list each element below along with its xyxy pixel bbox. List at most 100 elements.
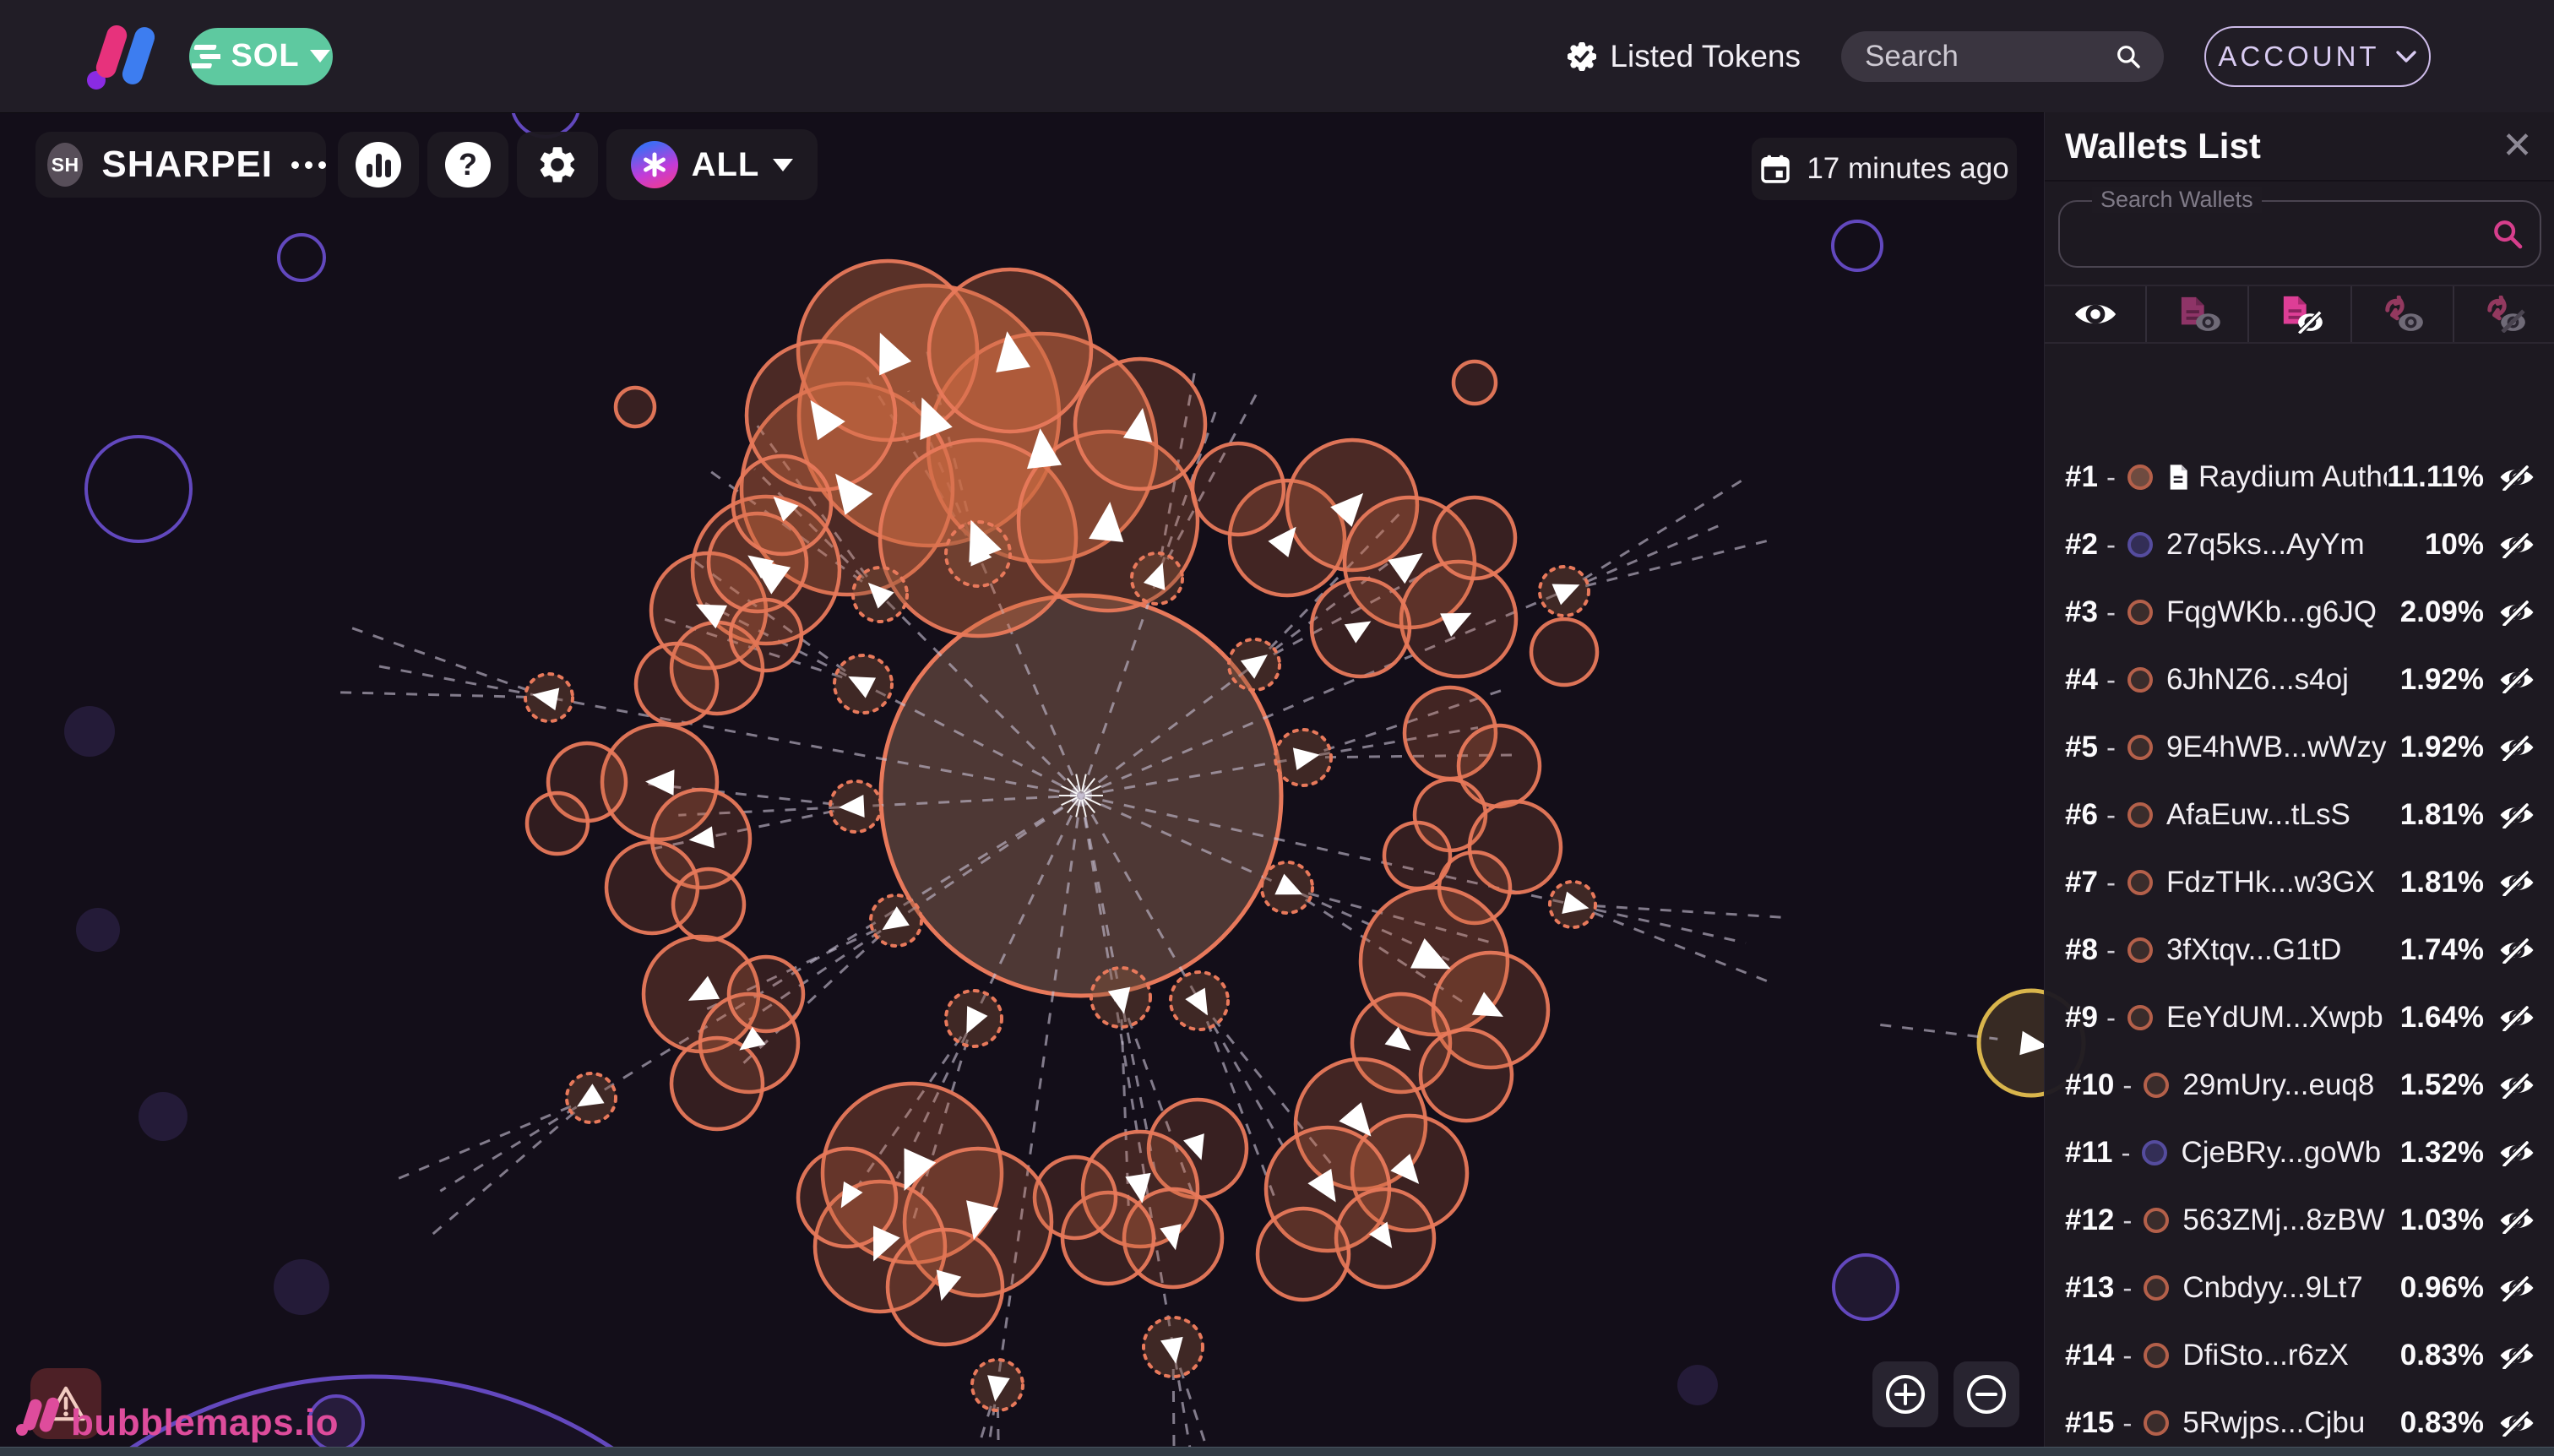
eye-off-icon[interactable] xyxy=(2499,1207,2535,1234)
wallet-percent: 0.83% xyxy=(2399,1339,2484,1372)
close-icon[interactable]: ✕ xyxy=(2502,128,2533,165)
network-select-button[interactable]: SOL xyxy=(189,27,333,85)
wallet-bubble xyxy=(1432,495,1518,581)
account-button[interactable]: ACCOUNT xyxy=(2204,25,2431,87)
listed-tokens-toggle[interactable]: Listed Tokens xyxy=(1568,39,1801,74)
eye-off-icon[interactable] xyxy=(2499,1139,2535,1166)
global-search[interactable] xyxy=(1841,30,2164,82)
filter-eye-icon[interactable] xyxy=(2045,286,2148,342)
magic-nodes-filter[interactable]: ALL xyxy=(606,129,818,200)
wallet-percent: 1.92% xyxy=(2399,663,2484,696)
wallet-row[interactable]: #6- AfaEuw...tLsS 1.81% xyxy=(2045,781,2554,849)
wallet-bubble xyxy=(726,954,806,1034)
zoom-in-button[interactable] xyxy=(1872,1361,1938,1427)
bubblemaps-footer-logo-icon[interactable] xyxy=(15,1395,69,1436)
wallet-address[interactable]: 27q5ks...AyYm xyxy=(2166,528,2365,562)
settings-button[interactable] xyxy=(517,132,598,198)
wallet-address[interactable]: 5Rwjps...Cjbu xyxy=(2182,1406,2365,1440)
wallet-percent: 1.81% xyxy=(2399,798,2484,831)
wallet-address[interactable]: CjeBRy...goWb xyxy=(2181,1136,2381,1170)
brand-name[interactable]: bubblemaps.io xyxy=(71,1402,339,1444)
rank-separator: - xyxy=(2122,1069,2133,1100)
decor-circle xyxy=(76,908,120,952)
eye-off-icon[interactable] xyxy=(2499,1410,2535,1437)
magic-star-icon xyxy=(630,141,678,188)
bubblemaps-logo-icon[interactable] xyxy=(84,21,166,92)
help-button[interactable]: ? xyxy=(427,132,508,198)
search-input[interactable] xyxy=(1863,38,2061,74)
chart-view-button[interactable] xyxy=(338,132,419,198)
wallet-address[interactable]: Cnbdyy...9Lt7 xyxy=(2182,1271,2362,1305)
wallet-percent: 1.03% xyxy=(2399,1203,2484,1236)
wallet-address[interactable]: FdzTHk...w3GX xyxy=(2166,866,2375,899)
wallet-rank: #9 xyxy=(2065,1001,2098,1034)
eye-off-icon[interactable] xyxy=(2499,801,2535,829)
eye-off-icon[interactable] xyxy=(2499,1274,2535,1301)
eye-off-icon[interactable] xyxy=(2499,734,2535,761)
filter-transfer-eye-off-icon[interactable] xyxy=(2454,286,2554,342)
wallet-row[interactable]: #2- 27q5ks...AyYm 10% xyxy=(2045,511,2554,579)
filter-doc-eye-icon[interactable] xyxy=(2147,286,2250,342)
wallet-address[interactable]: 9E4hWB...wWzy xyxy=(2166,731,2387,764)
chevron-down-icon xyxy=(773,158,794,171)
wallet-bubble xyxy=(1529,617,1600,687)
wallet-address[interactable]: AfaEuw...tLsS xyxy=(2166,798,2350,832)
wallet-address[interactable]: EeYdUM...Xwpb xyxy=(2166,1001,2383,1035)
wallet-row[interactable]: #5- 9E4hWB...wWzy 1.92% xyxy=(2045,714,2554,781)
zoom-out-button[interactable] xyxy=(1954,1361,2019,1427)
wallet-rank: #8 xyxy=(2065,933,2098,966)
wallet-percent: 1.52% xyxy=(2399,1068,2484,1101)
wallet-address[interactable]: 3fXtqv...G1tD xyxy=(2166,933,2342,967)
wallet-address[interactable]: DfiSto...r6zX xyxy=(2182,1339,2348,1372)
wallet-row[interactable]: #10- 29mUry...euq8 1.52% xyxy=(2045,1051,2554,1119)
eye-off-icon[interactable] xyxy=(2499,1072,2535,1099)
wallet-bubble xyxy=(669,1035,765,1132)
eye-off-icon[interactable] xyxy=(2499,1342,2535,1369)
eye-off-icon[interactable] xyxy=(2499,666,2535,693)
eye-off-icon[interactable] xyxy=(2499,531,2535,558)
wallet-search-input[interactable] xyxy=(2060,202,2530,266)
search-icon[interactable] xyxy=(2491,217,2524,251)
account-label: ACCOUNT xyxy=(2218,40,2380,72)
wallet-bubble-dot xyxy=(2127,600,2153,625)
wallet-row[interactable]: #3- FqgWKb...g6JQ 2.09% xyxy=(2045,579,2554,646)
token-avatar: SH xyxy=(47,143,84,187)
wallet-bubble-dot xyxy=(2127,667,2153,693)
eye-off-icon[interactable] xyxy=(2499,1004,2535,1031)
wallet-bubble xyxy=(1255,1206,1351,1302)
search-icon[interactable] xyxy=(2115,43,2142,70)
decor-circle xyxy=(64,706,115,757)
wallet-row[interactable]: #14- DfiSto...r6zX 0.83% xyxy=(2045,1322,2554,1389)
eye-off-icon[interactable] xyxy=(2499,937,2535,964)
token-chip[interactable]: SH SHARPEI xyxy=(35,132,326,198)
rank-separator: - xyxy=(2106,934,2116,965)
wallet-rows: #1-Raydium Autho...11.11%#2-27q5ks...AyY… xyxy=(2045,443,2554,1456)
filter-transfer-eye-icon[interactable] xyxy=(2352,286,2454,342)
wallet-row[interactable]: #13- Cnbdyy...9Lt7 0.96% xyxy=(2045,1254,2554,1322)
eye-off-icon[interactable] xyxy=(2499,464,2535,491)
wallet-row[interactable]: #9- EeYdUM...Xwpb 1.64% xyxy=(2045,984,2554,1051)
wallet-address[interactable]: 6JhNZ6...s4oj xyxy=(2166,663,2349,697)
wallet-row[interactable]: #1- Raydium Autho...11.11% xyxy=(2045,443,2554,511)
rank-separator: - xyxy=(2106,867,2116,898)
eye-off-icon[interactable] xyxy=(2499,599,2535,626)
wallet-address[interactable]: Raydium Autho... xyxy=(2198,460,2387,494)
wallet-bubble xyxy=(524,790,590,856)
wallet-address[interactable]: 563ZMj...8zBW xyxy=(2182,1203,2384,1237)
wallet-address[interactable]: 29mUry...euq8 xyxy=(2182,1068,2374,1102)
wallet-percent: 1.92% xyxy=(2399,731,2484,763)
solana-icon xyxy=(192,44,221,68)
wallet-row[interactable]: #4- 6JhNZ6...s4oj 1.92% xyxy=(2045,646,2554,714)
wallet-row[interactable]: #12- 563ZMj...8zBW 1.03% xyxy=(2045,1187,2554,1254)
wallet-bubble-dot xyxy=(2144,1410,2170,1436)
eye-off-icon[interactable] xyxy=(2499,869,2535,896)
filter-doc-eye-off-icon[interactable] xyxy=(2249,286,2352,342)
wallet-row[interactable]: #8- 3fXtqv...G1tD 1.74% xyxy=(2045,916,2554,984)
wallet-search-field[interactable]: Search Wallets xyxy=(2058,187,2541,268)
wallet-address[interactable]: FqgWKb...g6JQ xyxy=(2166,595,2377,629)
wallet-row[interactable]: #11- CjeBRy...goWb 1.32% xyxy=(2045,1119,2554,1187)
data-age-chip[interactable]: 17 minutes ago xyxy=(1752,138,2017,200)
wallet-row[interactable]: #7- FdzTHk...w3GX 1.81% xyxy=(2045,849,2554,916)
more-options-icon[interactable] xyxy=(291,160,326,169)
decor-circle xyxy=(274,1259,329,1315)
